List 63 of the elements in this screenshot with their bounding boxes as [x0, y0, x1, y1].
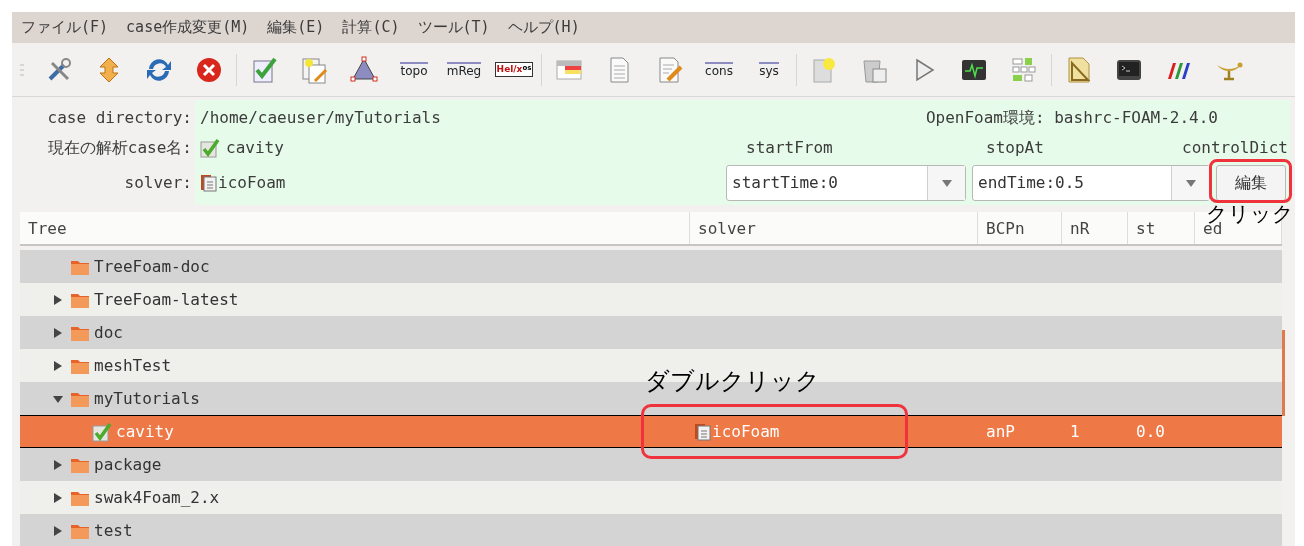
toolbar-button[interactable]: mReg: [445, 52, 483, 87]
collapsed-arrow-icon[interactable]: [53, 525, 63, 536]
expanded-arrow-icon[interactable]: [53, 393, 63, 404]
tree-item-label: doc: [94, 321, 123, 344]
tree-row[interactable]: swak4Foam_2.x: [20, 481, 1282, 514]
field-label: 現在の解析case名:: [47, 137, 192, 159]
column-header[interactable]: solver: [698, 217, 756, 241]
tree-item-label: myTutorials: [94, 387, 200, 410]
tree-row[interactable]: doc: [20, 316, 1282, 349]
checkmark-icon: [200, 138, 220, 158]
menu-item[interactable]: ファイル(F): [14, 16, 116, 39]
tree-item-label: package: [94, 453, 162, 476]
toolbar-button[interactable]: cons: [700, 52, 738, 87]
collapsed-arrow-icon[interactable]: [53, 360, 63, 371]
environment-label: OpenFoam環境: bashrc-FOAM-2.4.0: [925, 107, 1219, 129]
field-label: stopAt: [985, 137, 1045, 159]
edit-button[interactable]: 編集: [1216, 165, 1286, 201]
collapsed-arrow-icon[interactable]: [53, 459, 63, 470]
tree-row[interactable]: TreeFoam-latest: [20, 283, 1282, 316]
tree-item-label: swak4Foam_2.x: [94, 486, 220, 509]
checkmark-icon: [92, 421, 112, 442]
tree-item-label: test: [94, 519, 133, 542]
tree-row[interactable]: package: [20, 448, 1282, 481]
collapsed-arrow-icon[interactable]: [53, 294, 63, 305]
field-value: /home/caeuser/myTutorials: [200, 107, 442, 129]
menu-item[interactable]: case作成変更(M): [119, 16, 257, 39]
dropdown-caret-icon: [1185, 179, 1196, 187]
table-cell-text: icoFoam: [712, 420, 780, 443]
dropdown[interactable]: startTime:0: [726, 165, 966, 201]
column-header[interactable]: nR: [1070, 217, 1090, 241]
table-cell: 1: [1070, 421, 1080, 441]
scrollbar-thumb[interactable]: [1282, 330, 1285, 416]
tree-item-label: cavity: [116, 420, 174, 443]
field-label: controlDict: [1181, 137, 1288, 159]
triangle-mesh-icon[interactable]: [349, 54, 379, 85]
column-header[interactable]: st: [1136, 217, 1156, 241]
collapsed-arrow-icon[interactable]: [53, 492, 63, 503]
callout-text: クリック: [1206, 204, 1294, 225]
menu-item[interactable]: 計算(C): [335, 16, 407, 39]
field-value: cavity: [226, 137, 284, 159]
menu-item[interactable]: 編集(E): [260, 16, 332, 39]
tree-row[interactable]: TreeFoam-doc: [20, 250, 1282, 283]
tree-item-label: TreeFoam-latest: [94, 288, 239, 311]
menu-item[interactable]: ヘルプ(H): [500, 16, 587, 39]
toolbar-button[interactable]: sys: [750, 52, 788, 87]
field-label: startFrom: [745, 137, 834, 159]
tree-item-label: TreeFoam-doc: [94, 255, 210, 278]
toolbar-button[interactable]: topo: [395, 52, 433, 87]
table-cell: anP: [986, 421, 1015, 441]
document-stack-icon: [200, 174, 218, 192]
table-cell: 0.0: [1136, 421, 1165, 441]
column-header[interactable]: Tree: [28, 217, 67, 241]
document-stack-icon: [694, 422, 712, 441]
tree-item-label: meshTest: [94, 354, 172, 377]
field-label: solver:: [124, 172, 192, 194]
menu-item[interactable]: ツール(T): [410, 16, 497, 39]
field-value: icoFoam: [218, 172, 286, 194]
field-label: case directory:: [47, 107, 192, 129]
collapsed-arrow-icon[interactable]: [53, 327, 63, 338]
column-header[interactable]: BCPn: [986, 217, 1025, 241]
tree-row[interactable]: test: [20, 514, 1282, 546]
dropdown-caret-icon: [941, 179, 952, 187]
dropdown[interactable]: endTime:0.5: [972, 165, 1210, 201]
